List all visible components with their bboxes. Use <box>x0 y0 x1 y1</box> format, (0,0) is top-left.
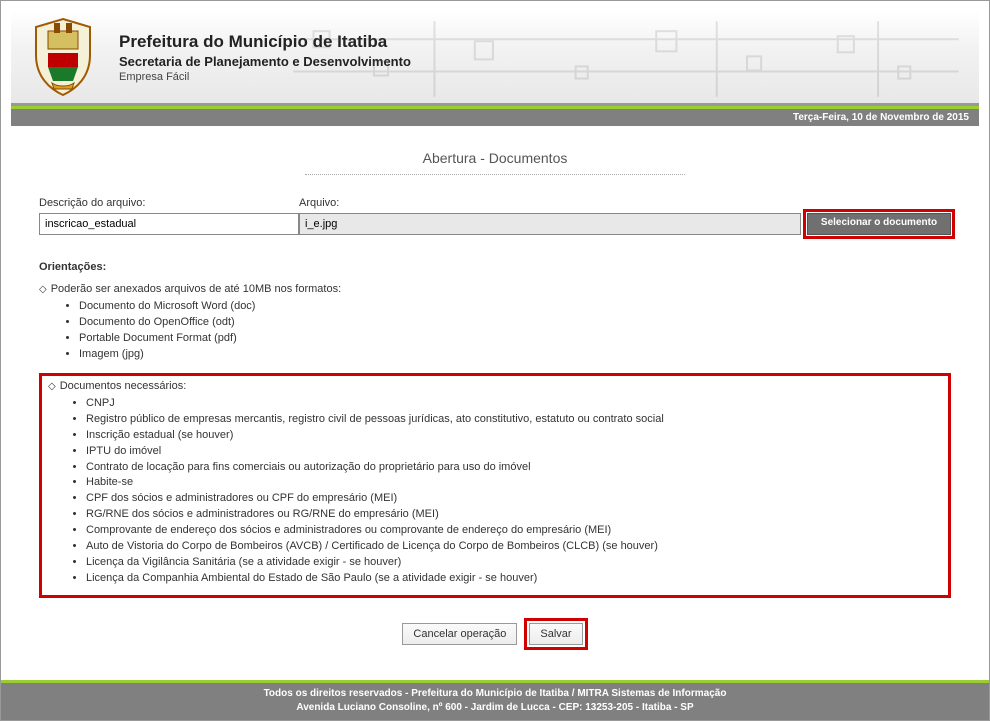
action-row: Cancelar operação Salvar <box>39 618 951 650</box>
site-footer: Todos os direitos reservados - Prefeitur… <box>1 680 989 720</box>
save-button[interactable]: Salvar <box>529 623 582 645</box>
list-item: Comprovante de endereço dos sócios e adm… <box>86 523 944 539</box>
desc-label: Descrição do arquivo: <box>39 197 299 209</box>
list-item: Portable Document Format (pdf) <box>79 331 951 347</box>
list-item: Contrato de locação para fins comerciais… <box>86 460 944 476</box>
docs-heading: Documentos necessários: <box>48 380 944 392</box>
list-item: Habite-se <box>86 475 944 491</box>
footer-line2: Avenida Luciano Consoline, nº 600 - Jard… <box>1 701 989 715</box>
list-item: Licença da Companhia Ambiental do Estado… <box>86 571 944 587</box>
list-item: Auto de Vistoria do Corpo de Bombeiros (… <box>86 539 944 555</box>
docs-list: CNPJRegistro público de empresas mercant… <box>86 396 944 587</box>
orientacoes-heading: Orientações: <box>39 261 951 273</box>
file-input[interactable] <box>299 213 801 235</box>
list-item: IPTU do imóvel <box>86 444 944 460</box>
formats-intro: Poderão ser anexados arquivos de até 10M… <box>39 283 951 295</box>
footer-line1: Todos os direitos reservados - Prefeitur… <box>1 687 989 701</box>
upload-form-row: Descrição do arquivo: Arquivo: Seleciona… <box>39 197 951 235</box>
select-document-button[interactable]: Selecionar o documento <box>807 213 951 235</box>
file-label: Arquivo: <box>299 197 801 209</box>
desc-input[interactable] <box>39 213 299 235</box>
list-item: CNPJ <box>86 396 944 412</box>
page-title: Abertura - Documentos <box>305 150 685 175</box>
header-module: Empresa Fácil <box>119 71 411 83</box>
date-bar: Terça-Feira, 10 de Novembro de 2015 <box>11 109 979 126</box>
cancel-button[interactable]: Cancelar operação <box>402 623 517 645</box>
site-header: Prefeitura do Município de Itatiba Secre… <box>11 11 979 106</box>
list-item: Imagem (jpg) <box>79 347 951 363</box>
municipal-crest-icon <box>23 17 103 97</box>
list-item: CPF dos sócios e administradores ou CPF … <box>86 491 944 507</box>
list-item: Licença da Vigilância Sanitária (se a at… <box>86 555 944 571</box>
header-title: Prefeitura do Município de Itatiba <box>119 32 411 52</box>
header-subtitle: Secretaria de Planejamento e Desenvolvim… <box>119 54 411 69</box>
required-docs-box: Documentos necessários: CNPJRegistro púb… <box>39 373 951 598</box>
list-item: Inscrição estadual (se houver) <box>86 428 944 444</box>
formats-list: Documento do Microsoft Word (doc)Documen… <box>79 299 951 363</box>
content-area: Abertura - Documentos Descrição do arqui… <box>11 126 979 674</box>
list-item: Registro público de empresas mercantis, … <box>86 412 944 428</box>
list-item: Documento do Microsoft Word (doc) <box>79 299 951 315</box>
list-item: RG/RNE dos sócios e administradores ou R… <box>86 507 944 523</box>
list-item: Documento do OpenOffice (odt) <box>79 315 951 331</box>
highlight-save-button: Salvar <box>524 618 587 650</box>
